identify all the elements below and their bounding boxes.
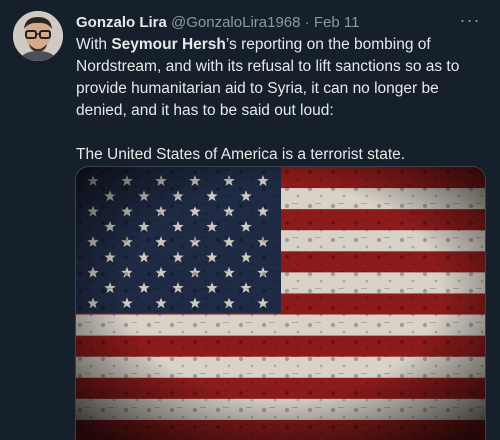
tweet-media[interactable] bbox=[75, 166, 486, 440]
author-name[interactable]: Gonzalo Lira bbox=[76, 14, 167, 31]
american-flag-image bbox=[76, 167, 485, 440]
more-horizontal-icon: ··· bbox=[459, 10, 481, 30]
text-part-1: With bbox=[76, 36, 112, 53]
author-handle[interactable]: @GonzaloLira1968 bbox=[171, 14, 300, 31]
more-options-button[interactable]: ··· bbox=[458, 10, 482, 34]
tweet-header: Gonzalo Lira @GonzaloLira1968 · Feb 11 bbox=[76, 12, 486, 34]
avatar[interactable] bbox=[13, 11, 63, 61]
separator-dot: · bbox=[304, 14, 310, 31]
tweet[interactable]: Gonzalo Lira @GonzaloLira1968 · Feb 11 ·… bbox=[0, 0, 500, 440]
tweet-paragraph-2: The United States of America is a terror… bbox=[76, 146, 406, 163]
user-avatar-icon bbox=[13, 11, 63, 61]
tweet-text: With Seymour Hersh’s reporting on the bo… bbox=[76, 34, 481, 166]
tweet-timestamp[interactable]: Feb 11 bbox=[314, 14, 360, 31]
mention-bold: Seymour Hersh bbox=[111, 36, 226, 53]
tweet-paragraph-1: With Seymour Hersh’s reporting on the bo… bbox=[76, 34, 481, 122]
